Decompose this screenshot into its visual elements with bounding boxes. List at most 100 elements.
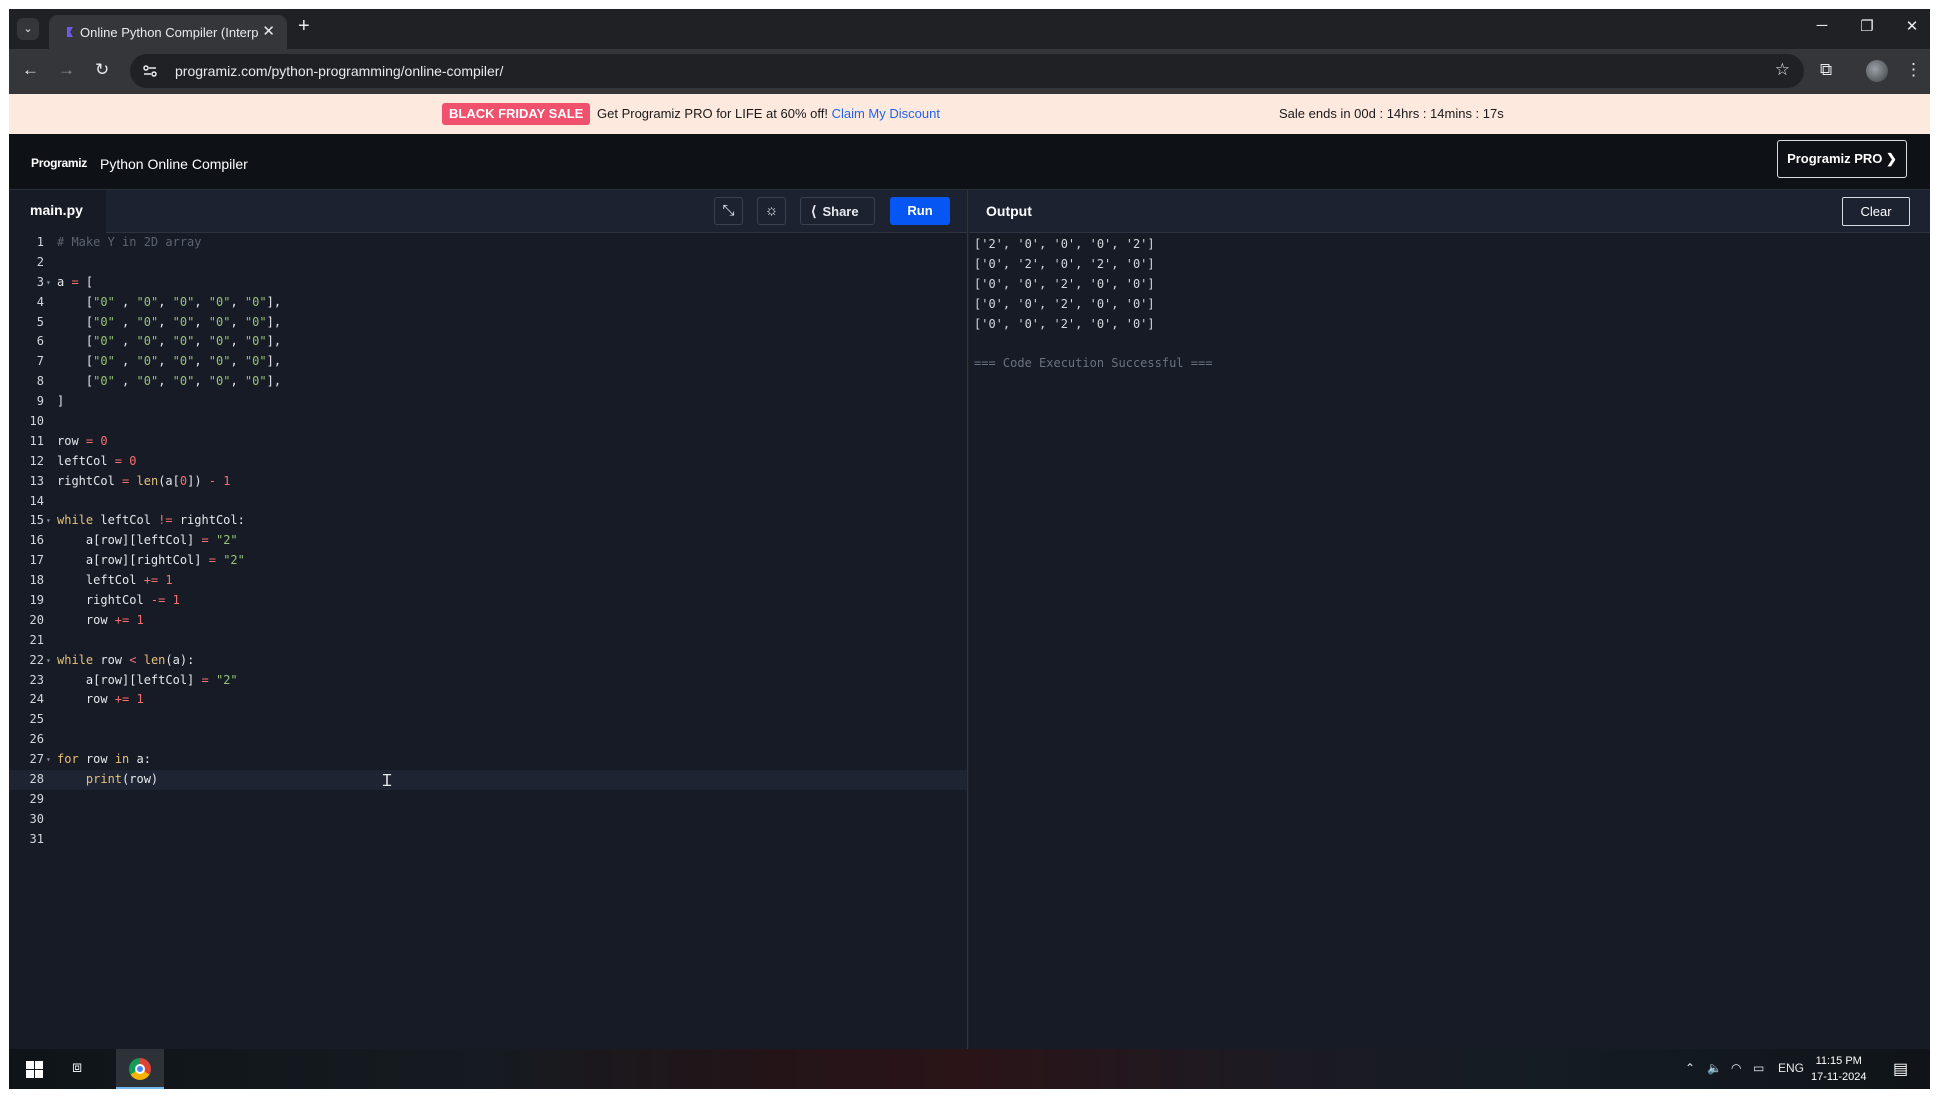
line-number: 23	[29, 672, 44, 687]
theme-toggle-sun-icon[interactable]: ☼	[757, 197, 786, 225]
programiz-pro-button[interactable]: Programiz PRO ❯	[1777, 140, 1907, 178]
code-line[interactable]: 5 ["0" , "0", "0", "0", "0"],	[9, 313, 967, 333]
restore-icon[interactable]: ❐	[1847, 17, 1887, 35]
minimize-icon[interactable]: ─	[1802, 17, 1842, 34]
line-code: a[row][leftCol] = "2"	[57, 533, 238, 548]
code-editor[interactable]: 1 # Make Y in 2D array 2 3 ▾ a = [4 ["0" , "0…	[9, 233, 967, 850]
code-line[interactable]: 1 # Make Y in 2D array	[9, 233, 967, 253]
code-line[interactable]: 30	[9, 810, 967, 830]
new-tab-plus-icon[interactable]: +	[298, 15, 310, 38]
forward-arrow-icon[interactable]: →	[58, 60, 75, 80]
network-icon[interactable]: ◠	[1731, 1061, 1741, 1075]
sale-badge: BLACK FRIDAY SALE	[442, 103, 591, 125]
system-clock[interactable]: 11:15 PM 17-11-2024	[1811, 1053, 1866, 1085]
run-button[interactable]: Run	[890, 197, 950, 225]
windows-start-icon[interactable]	[26, 1061, 43, 1078]
programiz-favicon-icon	[67, 27, 73, 37]
fold-arrow-icon[interactable]: ▾	[46, 651, 51, 671]
line-number: 18	[29, 573, 44, 588]
fold-arrow-icon[interactable]: ▾	[46, 273, 51, 293]
site-info-icon[interactable]	[142, 63, 158, 79]
code-line[interactable]: 26	[9, 730, 967, 750]
code-line[interactable]: 29	[9, 790, 967, 810]
line-code: ["0" , "0", "0", "0", "0"],	[57, 294, 282, 309]
line-code: ]	[57, 394, 65, 409]
output-panel: Output Clear ['2', '0', '0', '0', '2'] ['…	[969, 190, 1930, 1057]
line-number: 6	[36, 334, 44, 349]
reload-icon[interactable]: ↻	[95, 60, 109, 80]
code-line[interactable]: 28 print(row)	[9, 770, 967, 790]
code-line[interactable]: 12 leftCol = 0	[9, 452, 967, 472]
address-bar[interactable]: programiz.com/python-programming/online-…	[130, 54, 1804, 88]
line-code: leftCol = 0	[57, 453, 137, 468]
code-line[interactable]: 20 row += 1	[9, 611, 967, 631]
output-line: ['0', '2', '0', '2', '0']	[974, 256, 1155, 271]
code-line[interactable]: 21	[9, 631, 967, 651]
battery-icon[interactable]: ▭	[1753, 1061, 1764, 1075]
code-line[interactable]: 9]	[9, 392, 967, 412]
code-line[interactable]: 19 rightCol -= 1	[9, 591, 967, 611]
code-line[interactable]: 7 ["0" , "0", "0", "0", "0"],	[9, 352, 967, 372]
line-code: while leftCol != rightCol:	[57, 513, 245, 528]
line-number: 13	[29, 473, 44, 488]
chrome-taskbar-button[interactable]	[116, 1049, 164, 1089]
tray-chevron-icon[interactable]: ⌃	[1685, 1061, 1695, 1075]
window-close-icon[interactable]: ✕	[1892, 17, 1930, 35]
code-line[interactable]: 17 a[row][rightCol] = "2"	[9, 551, 967, 571]
output-line: ['0', '0', '2', '0', '0']	[974, 296, 1155, 311]
line-number: 14	[29, 493, 44, 508]
line-number: 2	[36, 254, 44, 269]
code-line[interactable]: 15 ▾ while leftCol != rightCol:	[9, 511, 967, 531]
output-lines: ['2', '0', '0', '0', '2'] ['0', '2', '0',…	[974, 235, 1212, 334]
line-number: 22	[29, 652, 44, 667]
code-line[interactable]: 25	[9, 710, 967, 730]
browser-toolbar: ← → ↻ programiz.com/python-programming/o…	[9, 49, 1930, 94]
profile-avatar[interactable]	[1866, 60, 1888, 82]
code-line[interactable]: 4 ["0" , "0", "0", "0", "0"],	[9, 293, 967, 313]
line-number: 31	[29, 831, 44, 846]
share-icon: ⟨	[811, 203, 817, 219]
code-line[interactable]: 23 a[row][leftCol] = "2"	[9, 671, 967, 691]
share-button[interactable]: ⟨ Share	[800, 197, 875, 225]
tab-search-chevron-icon[interactable]: ⌄	[17, 18, 39, 40]
line-code: while row < len(a):	[57, 652, 195, 667]
code-line[interactable]: 18 leftCol += 1	[9, 571, 967, 591]
browser-tab[interactable]: Online Python Compiler (Interp ✕	[49, 15, 287, 49]
file-tab-main[interactable]: main.py	[9, 190, 106, 233]
line-number: 17	[29, 553, 44, 568]
code-line[interactable]: 10	[9, 412, 967, 432]
back-arrow-icon[interactable]: ←	[22, 60, 39, 80]
line-number: 11	[29, 433, 44, 448]
code-line[interactable]: 24 row += 1	[9, 690, 967, 710]
line-code: print(row)	[85, 772, 159, 787]
fold-arrow-icon[interactable]: ▾	[46, 750, 51, 770]
volume-icon[interactable]: 🔈	[1707, 1061, 1722, 1075]
extensions-icon[interactable]: ⧉	[1820, 60, 1832, 80]
task-view-icon[interactable]: ⧈	[72, 1059, 82, 1077]
menu-kebab-icon[interactable]: ⋮	[1905, 60, 1922, 80]
code-line[interactable]: 3 ▾ a = [	[9, 273, 967, 293]
code-line[interactable]: 22 ▾ while row < len(a):	[9, 651, 967, 671]
editor-toolbar: main.py ⤡ ☼ ⟨ Share Run	[9, 190, 967, 233]
notification-center-icon[interactable]: ▤	[1893, 1059, 1908, 1079]
code-line[interactable]: 27 ▾ for row in a:	[9, 750, 967, 770]
code-line[interactable]: 13 rightCol = len(a[0]) - 1	[9, 472, 967, 492]
windows-taskbar: ⧈ ⌃ 🔈 ◠ ▭ ENG 11:15 PM 17-11-2024 ▤	[9, 1049, 1930, 1089]
tab-close-icon[interactable]: ✕	[262, 22, 275, 40]
code-line[interactable]: 8 ["0" , "0", "0", "0", "0"],	[9, 372, 967, 392]
line-number: 3	[36, 274, 44, 289]
code-line[interactable]: 16 a[row][leftCol] = "2"	[9, 531, 967, 551]
clear-button[interactable]: Clear	[1842, 197, 1910, 226]
programiz-logo[interactable]: Programiz	[31, 156, 87, 170]
code-line[interactable]: 11 row = 0	[9, 432, 967, 452]
fold-arrow-icon[interactable]: ▾	[46, 511, 51, 531]
code-line[interactable]: 31	[9, 830, 967, 850]
code-line[interactable]: 6 ["0" , "0", "0", "0", "0"],	[9, 332, 967, 352]
code-line[interactable]: 14	[9, 492, 967, 512]
code-line[interactable]: 2	[9, 253, 967, 273]
bookmark-star-icon[interactable]: ☆	[1775, 60, 1790, 80]
input-language[interactable]: ENG	[1778, 1061, 1804, 1075]
collapse-fullscreen-icon[interactable]: ⤡	[714, 197, 743, 225]
clock-date: 17-11-2024	[1811, 1071, 1867, 1083]
claim-discount-link[interactable]: Claim My Discount	[832, 106, 940, 121]
